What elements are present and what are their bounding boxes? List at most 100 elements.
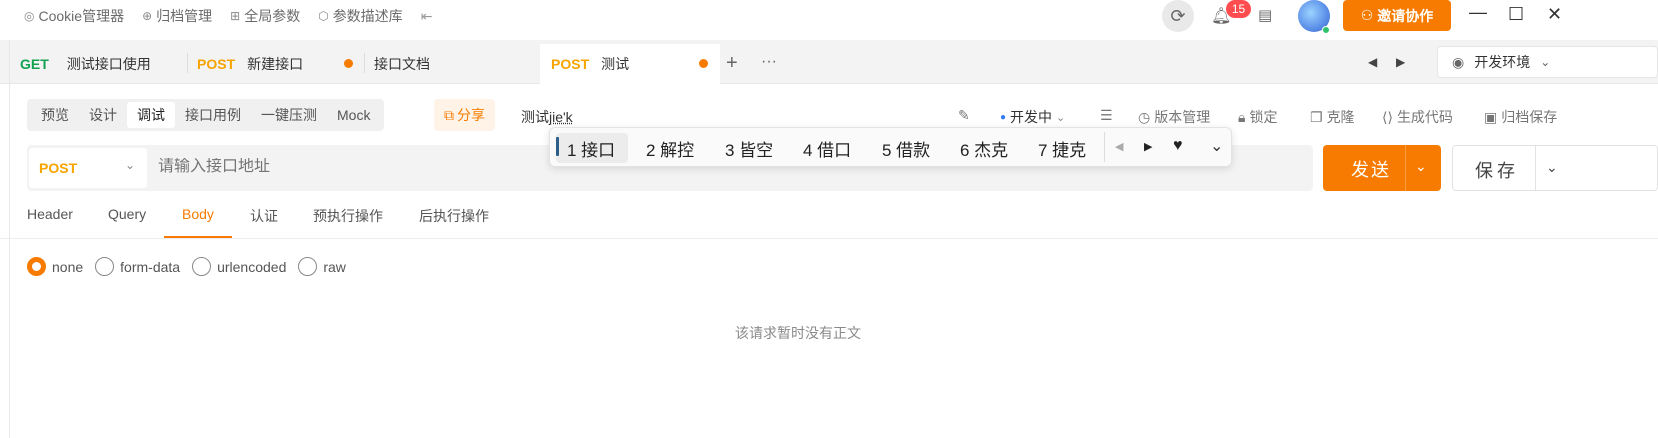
tab-query[interactable]: Query: [108, 206, 146, 222]
chevron-down-icon: ⌄: [124, 158, 135, 172]
clone-button[interactable]: ❐ 克隆: [1310, 107, 1355, 127]
radio-none[interactable]: none: [27, 257, 83, 276]
minimize-icon[interactable]: —: [1469, 2, 1487, 23]
tab-get-request[interactable]: GET 测试接口使用: [20, 46, 151, 82]
close-icon[interactable]: ✕: [1547, 4, 1562, 25]
ime-prev-icon[interactable]: ◀: [1115, 140, 1123, 153]
tab-post-request[interactable]: 后执行操作: [419, 206, 489, 226]
share-button[interactable]: ⧉ 分享: [434, 99, 495, 131]
sync-icon[interactable]: ⟳: [1162, 0, 1194, 32]
empty-body-message: 该请求暂时没有正文: [735, 325, 861, 341]
tab-auth[interactable]: 认证: [250, 206, 278, 226]
params-icon: ⊞: [230, 9, 241, 23]
tab-pre-request[interactable]: 预执行操作: [313, 206, 383, 226]
edit-icon[interactable]: ✎: [958, 107, 970, 124]
document-icon[interactable]: ▤: [1258, 6, 1272, 24]
scroll-right-icon[interactable]: ▶: [1396, 55, 1405, 69]
radio-form-data[interactable]: form-data: [95, 257, 180, 276]
method-label: POST: [197, 56, 236, 72]
unsaved-dot: [699, 59, 708, 68]
maximize-icon[interactable]: ☐: [1508, 4, 1524, 25]
lock-button[interactable]: 🔒︎ 锁定: [1238, 107, 1277, 127]
notification-badge: 15: [1226, 0, 1251, 18]
mode-preview[interactable]: 预览: [31, 102, 79, 128]
chevron-down-icon[interactable]: ⌄: [1415, 158, 1427, 175]
invite-collaborate-button[interactable]: ⚇ 邀请协作: [1343, 0, 1451, 31]
radio-raw[interactable]: raw: [298, 257, 346, 276]
tab-label: 测试接口使用: [66, 56, 151, 72]
user-icon: ⚇: [1360, 7, 1374, 23]
generate-code-button[interactable]: ⟨⟩ 生成代码: [1382, 107, 1453, 127]
save-button[interactable]: 保存 ⌄: [1452, 145, 1658, 191]
ime-candidate[interactable]: 6 杰克: [960, 136, 1008, 161]
tab-body[interactable]: Body: [182, 206, 214, 222]
add-tab-icon[interactable]: +: [726, 52, 738, 75]
radio-urlencoded[interactable]: urlencoded: [192, 257, 286, 276]
radio-circle: [192, 257, 212, 276]
method-select[interactable]: POST ⌄: [29, 148, 147, 188]
copy-icon: ❐: [1310, 108, 1323, 125]
chevron-down-icon: ⌄: [1540, 55, 1551, 69]
tab-test[interactable]: POST 测试: [540, 44, 720, 84]
status-select[interactable]: ● 开发中 ⌄: [1000, 107, 1065, 127]
cube-icon: ⬡: [318, 9, 329, 23]
ime-favorite-icon[interactable]: ♥: [1173, 137, 1183, 155]
ime-next-icon[interactable]: ▶: [1144, 140, 1152, 153]
ime-candidate[interactable]: 7 捷克: [1038, 136, 1086, 161]
request-name-input[interactable]: 测试jie'k: [521, 107, 573, 127]
ime-caret: [556, 137, 559, 156]
unsaved-dot: [344, 59, 353, 68]
method-label: GET: [20, 56, 49, 72]
tab-header[interactable]: Header: [27, 206, 73, 222]
body-tabs-divider: [0, 238, 1658, 239]
online-status-dot: [1322, 26, 1330, 34]
list-icon[interactable]: ☰: [1100, 107, 1113, 124]
cookie-manager-link[interactable]: ◎ Cookie管理器: [24, 6, 124, 26]
tab-label: 测试: [601, 56, 630, 72]
send-button[interactable]: 发送 ⌄: [1323, 145, 1441, 191]
top-nav: ◎ Cookie管理器 ⊕ 归档管理 ⊞ 全局参数 ⬡ 参数描述库 ⇤: [24, 6, 432, 26]
radio-circle: [27, 257, 46, 276]
eye-icon: ◉: [1452, 53, 1465, 70]
mode-debug[interactable]: 调试: [127, 102, 175, 128]
environment-select[interactable]: ◉ 开发环境 ⌄: [1437, 46, 1658, 78]
ime-candidate[interactable]: 4 借口: [803, 136, 851, 161]
chevron-down-icon[interactable]: ⌄: [1546, 159, 1558, 176]
tab-label: 接口文档: [374, 56, 430, 72]
tab-api-doc[interactable]: 接口文档: [374, 46, 430, 82]
status-dot-icon: ●: [1000, 111, 1007, 123]
lock-icon: 🔒︎: [1238, 108, 1246, 125]
mode-load-test[interactable]: 一键压测: [251, 102, 327, 128]
mode-mock[interactable]: Mock: [327, 102, 380, 128]
ime-expand-icon[interactable]: ⌄: [1210, 136, 1223, 156]
collapse-nav-icon[interactable]: ⇤: [421, 8, 433, 25]
ime-candidate[interactable]: 5 借款: [882, 136, 930, 161]
radio-circle: [298, 257, 318, 276]
tab-new-endpoint[interactable]: POST 新建接口: [197, 46, 303, 82]
mode-design[interactable]: 设计: [79, 102, 127, 128]
mode-cases[interactable]: 接口用例: [175, 102, 251, 128]
url-input[interactable]: [158, 158, 538, 176]
scroll-left-icon[interactable]: ◀: [1368, 55, 1377, 69]
chevron-down-icon: ⌄: [1056, 111, 1066, 124]
archive-save-button[interactable]: ▣ 归档保存: [1484, 107, 1557, 127]
tab-divider: [364, 53, 365, 73]
param-library-link[interactable]: ⬡ 参数描述库: [318, 6, 402, 26]
mode-switcher: 预览 设计 调试 接口用例 一键压测 Mock: [27, 99, 385, 131]
button-divider: [1535, 146, 1536, 190]
archive-manager-link[interactable]: ⊕ 归档管理: [142, 6, 212, 26]
archive-icon: ▣: [1484, 108, 1498, 125]
version-manage-button[interactable]: ◷ 版本管理: [1138, 107, 1210, 127]
ime-candidate[interactable]: 2 解控: [646, 136, 694, 161]
global-params-link[interactable]: ⊞ 全局参数: [230, 6, 300, 26]
active-tab-indicator: [164, 236, 232, 238]
code-icon: ⟨⟩: [1382, 108, 1393, 125]
cookie-icon: ◎: [24, 9, 35, 23]
button-divider: [1405, 145, 1406, 191]
tab-label: 新建接口: [247, 56, 304, 72]
ime-candidate[interactable]: 1 接口: [567, 136, 615, 161]
share-icon: ⧉: [444, 106, 454, 123]
ime-candidate[interactable]: 3 皆空: [725, 136, 773, 161]
more-icon[interactable]: ···: [761, 53, 777, 71]
clock-icon: ◷: [1138, 108, 1151, 125]
